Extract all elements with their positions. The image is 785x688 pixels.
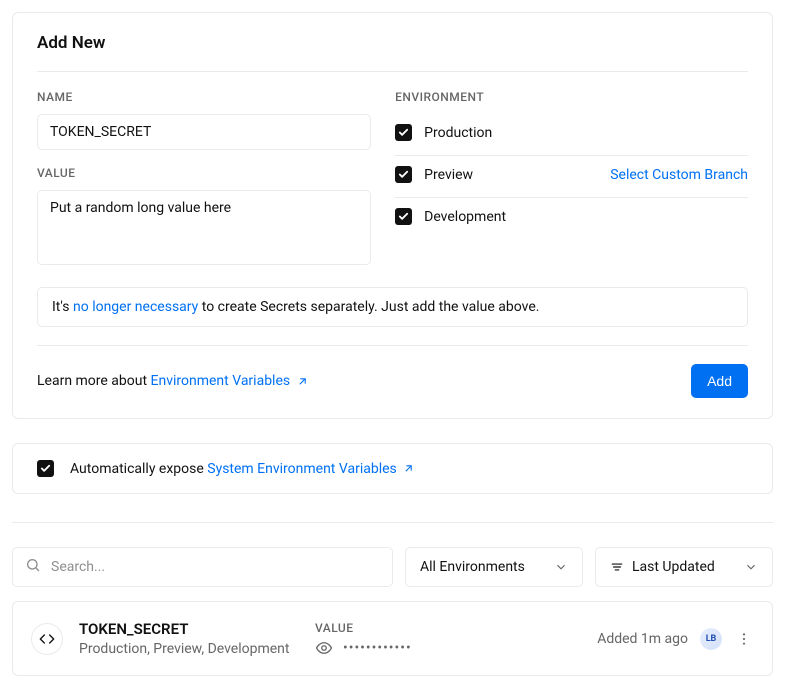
environment-filter-select[interactable]: All Environments [405,547,583,587]
env-label-preview: Preview [424,167,473,183]
value-textarea[interactable]: Put a random long value here [37,190,371,265]
checkbox-preview[interactable] [395,166,412,183]
name-label: NAME [37,90,371,104]
learn-more-prefix: Learn more about [37,373,151,389]
learn-more-text: Learn more about Environment Variables [37,373,309,389]
env-label-production: Production [424,125,492,141]
eye-icon[interactable] [315,639,333,657]
env-row-development: Development [395,198,748,239]
search-wrap[interactable] [12,547,393,587]
name-input[interactable] [37,114,371,150]
auto-expose-row: Automatically expose System Environment … [13,444,772,493]
add-new-body: Add New NAME VALUE Put a random long val… [13,13,772,418]
add-new-footer: Learn more about Environment Variables A… [37,345,748,398]
env-row-production: Production [395,114,748,156]
variable-added-time: Added 1m ago [597,631,688,647]
sort-icon [610,560,624,574]
secrets-info-box: It's no longer necessary to create Secre… [37,287,748,327]
avatar: LB [700,628,722,650]
checkbox-development[interactable] [395,208,412,225]
code-icon [31,623,63,655]
system-env-vars-link[interactable]: System Environment Variables [207,461,415,477]
variable-value-row: •••••••••••• [315,639,515,657]
info-prefix: It's [52,299,73,315]
environment-label: ENVIRONMENT [395,90,748,104]
chevron-down-icon [554,560,568,574]
variable-main: TOKEN_SECRET Production, Preview, Develo… [79,620,315,657]
external-link-icon [296,375,309,388]
more-actions-button[interactable] [734,631,754,647]
auto-expose-prefix: Automatically expose [70,461,207,477]
select-custom-branch-link[interactable]: Select Custom Branch [610,167,748,183]
environment-variables-link[interactable]: Environment Variables [151,373,309,389]
left-column: NAME VALUE Put a random long value here [37,90,371,269]
env-row-preview: Preview Select Custom Branch [395,156,748,198]
chevron-down-icon [744,560,758,574]
add-new-columns: NAME VALUE Put a random long value here … [37,72,748,269]
add-button[interactable]: Add [691,364,748,398]
variable-value-column: VALUE •••••••••••• [315,621,515,657]
variable-targets: Production, Preview, Development [79,641,315,657]
auto-expose-text: Automatically expose System Environment … [70,461,415,477]
variable-name: TOKEN_SECRET [79,620,315,638]
env-label-development: Development [424,209,506,225]
value-label: VALUE [37,166,371,180]
page-separator [12,522,773,523]
variable-row[interactable]: TOKEN_SECRET Production, Preview, Develo… [13,602,772,675]
search-icon [25,557,41,577]
filter-row: All Environments Last Updated [12,547,773,587]
checkbox-production[interactable] [395,124,412,141]
add-new-card: Add New NAME VALUE Put a random long val… [12,12,773,419]
variable-meta: Added 1m ago LB [597,628,754,650]
right-column: ENVIRONMENT Production Preview Select Cu… [395,90,748,269]
info-suffix: to create Secrets separately. Just add t… [198,299,539,315]
variable-card: TOKEN_SECRET Production, Preview, Develo… [12,601,773,676]
add-new-title: Add New [37,33,748,72]
variable-value-label: VALUE [315,621,515,635]
sort-label: Last Updated [632,559,715,575]
auto-expose-card: Automatically expose System Environment … [12,443,773,494]
variable-masked-value: •••••••••••• [343,640,412,656]
external-link-icon [402,462,415,475]
sort-select[interactable]: Last Updated [595,547,773,587]
no-longer-necessary-link[interactable]: no longer necessary [73,299,198,315]
search-input[interactable] [51,559,380,575]
auto-expose-checkbox[interactable] [37,460,54,477]
environment-filter-label: All Environments [420,559,525,575]
